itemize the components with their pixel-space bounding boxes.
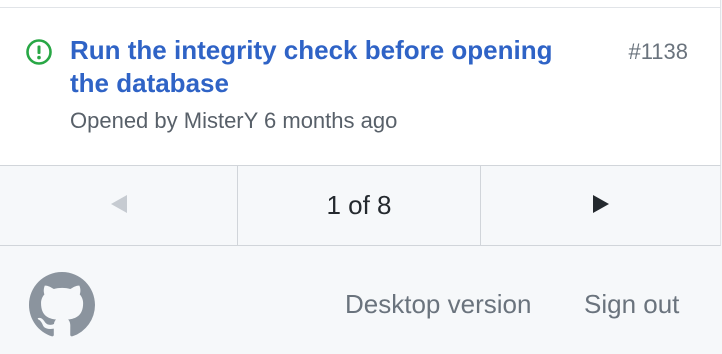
issue-title-link[interactable]: Run the integrity check before opening t… bbox=[70, 34, 590, 100]
triangle-right-icon bbox=[592, 190, 610, 221]
previous-page-button[interactable] bbox=[0, 166, 238, 245]
issue-number: #1138 bbox=[628, 39, 688, 64]
desktop-version-link[interactable]: Desktop version bbox=[345, 287, 531, 321]
issue-opened-icon bbox=[25, 38, 53, 66]
issue-meta: Opened by MisterY 6 months ago bbox=[70, 108, 398, 133]
footer: Desktop version Sign out bbox=[0, 246, 722, 354]
github-logo-icon[interactable] bbox=[29, 272, 95, 338]
issue-card: Run the integrity check before opening t… bbox=[0, 0, 721, 166]
page-status: 1 of 8 bbox=[238, 166, 481, 245]
sign-out-link[interactable]: Sign out bbox=[584, 287, 679, 321]
next-page-button[interactable] bbox=[481, 166, 720, 245]
pagination: 1 of 8 bbox=[0, 166, 721, 246]
divider bbox=[0, 7, 720, 8]
triangle-left-icon bbox=[110, 190, 128, 221]
